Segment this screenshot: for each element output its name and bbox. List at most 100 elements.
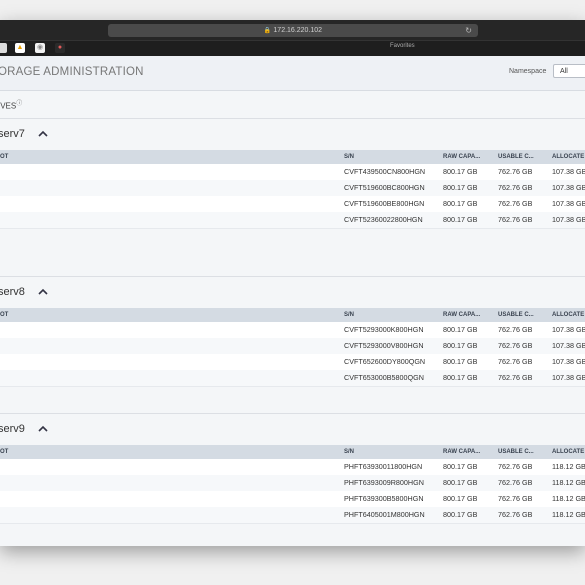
reload-icon[interactable]: ↻ (465, 24, 472, 37)
col-allocated[interactable]: ALLOCATE (552, 150, 584, 164)
cell-sn: CVFT5293000V800HGN (344, 341, 424, 350)
cell-alloc: 107.38 GB (552, 357, 585, 366)
cell-alloc: 107.38 GB (552, 341, 585, 350)
bookmark-icon[interactable] (0, 43, 7, 53)
cell-alloc: 107.38 GB (552, 167, 585, 176)
col-slot[interactable]: OT (0, 308, 8, 322)
cell-raw: 800.17 GB (443, 357, 478, 366)
drive-icon[interactable]: ▲ (15, 43, 25, 53)
col-raw-capacity[interactable]: RAW CAPA... (443, 150, 480, 164)
table-row[interactable]: CVFT5293000V800HGN 800.17 GB 762.76 GB 1… (0, 338, 585, 355)
cell-raw: 800.17 GB (443, 215, 478, 224)
chevron-up-icon[interactable] (36, 285, 50, 299)
col-usable-capacity[interactable]: USABLE C... (498, 150, 534, 164)
cell-usable: 762.76 GB (498, 167, 533, 176)
col-allocated[interactable]: ALLOCATE (552, 445, 584, 459)
table-row[interactable]: CVFT439500CN800HGN 800.17 GB 762.76 GB 1… (0, 164, 585, 181)
table-row[interactable]: CVFT52360022800HGN 800.17 GB 762.76 GB 1… (0, 212, 585, 229)
table-row[interactable]: PHFT63930011800HGN 800.17 GB 762.76 GB 1… (0, 459, 585, 476)
cell-alloc: 107.38 GB (552, 199, 585, 208)
cell-alloc: 107.38 GB (552, 215, 585, 224)
cell-sn: PHFT6393009R800HGN (344, 478, 424, 487)
col-raw-capacity[interactable]: RAW CAPA... (443, 308, 480, 322)
namespace-select[interactable]: All (553, 64, 585, 78)
page-title: ORAGE ADMINISTRATION (0, 66, 144, 78)
chevron-up-icon[interactable] (36, 422, 50, 436)
chevron-up-icon[interactable] (36, 127, 50, 141)
shield-icon[interactable]: ◉ (35, 43, 45, 53)
divider (0, 413, 585, 414)
cell-sn: CVFT5293000K800HGN (344, 325, 424, 334)
cell-sn: CVFT519600BC800HGN (344, 183, 425, 192)
table-header: OT S/N RAW CAPA... USABLE C... ALLOCATE (0, 308, 585, 322)
table-row[interactable]: CVFT652600DY800QGN 800.17 GB 762.76 GB 1… (0, 354, 585, 371)
cell-alloc: 118.12 GB (552, 478, 585, 487)
cell-usable: 762.76 GB (498, 373, 533, 382)
cell-usable: 762.76 GB (498, 494, 533, 503)
divider (0, 118, 585, 119)
cell-sn: CVFT519600BE800HGN (344, 199, 425, 208)
cell-usable: 762.76 GB (498, 199, 533, 208)
host-name: serv8 (0, 286, 25, 298)
host-name: serv9 (0, 423, 25, 435)
table-row[interactable]: PHFT6405001M800HGN 800.17 GB 762.76 GB 1… (0, 507, 585, 524)
cell-raw: 800.17 GB (443, 341, 478, 350)
cell-raw: 800.17 GB (443, 183, 478, 192)
table-row[interactable]: PHFT639300B5800HGN 800.17 GB 762.76 GB 1… (0, 491, 585, 508)
cell-alloc: 118.12 GB (552, 510, 585, 519)
col-sn[interactable]: S/N (344, 445, 354, 459)
cell-raw: 800.17 GB (443, 494, 478, 503)
cell-usable: 762.76 GB (498, 357, 533, 366)
cell-raw: 800.17 GB (443, 510, 478, 519)
col-sn[interactable]: S/N (344, 308, 354, 322)
cell-raw: 800.17 GB (443, 167, 478, 176)
cell-usable: 762.76 GB (498, 341, 533, 350)
col-slot[interactable]: OT (0, 445, 8, 459)
app-header: ORAGE ADMINISTRATION Namespace All (0, 56, 585, 91)
cell-alloc: 107.38 GB (552, 373, 585, 382)
cell-usable: 762.76 GB (498, 215, 533, 224)
cell-usable: 762.76 GB (498, 183, 533, 192)
drives-heading: IVESⓘ (0, 98, 22, 111)
col-usable-capacity[interactable]: USABLE C... (498, 308, 534, 322)
cell-alloc: 118.12 GB (552, 462, 585, 471)
table-header: OT S/N RAW CAPA... USABLE C... ALLOCATE (0, 445, 585, 459)
cell-raw: 800.17 GB (443, 199, 478, 208)
info-icon[interactable]: ⓘ (16, 101, 22, 107)
url-bar[interactable]: 🔒 172.16.220.102 ↻ (108, 24, 478, 37)
cell-usable: 762.76 GB (498, 478, 533, 487)
table-row[interactable]: CVFT5293000K800HGN 800.17 GB 762.76 GB 1… (0, 322, 585, 339)
browser-titlebar: 🔒 172.16.220.102 ↻ (0, 20, 585, 40)
table-header: OT S/N RAW CAPA... USABLE C... ALLOCATE (0, 150, 585, 164)
main-content: IVESⓘ serv7 OT S/N RAW CAPA... USABLE C.… (0, 91, 585, 546)
cell-raw: 800.17 GB (443, 325, 478, 334)
browser-window: 🔒 172.16.220.102 ↻ ▲ ◉ ● Favorites ORAGE … (0, 20, 585, 546)
cell-sn: PHFT6405001M800HGN (344, 510, 425, 519)
app-icon[interactable]: ● (55, 43, 65, 53)
cell-raw: 800.17 GB (443, 462, 478, 471)
favorites-label: Favorites (390, 43, 415, 49)
host-name: serv7 (0, 128, 25, 140)
table-row[interactable]: CVFT519600BC800HGN 800.17 GB 762.76 GB 1… (0, 180, 585, 197)
drives-label: IVES (0, 101, 17, 111)
cell-sn: CVFT439500CN800HGN (344, 167, 426, 176)
cell-sn: PHFT639300B5800HGN (344, 494, 424, 503)
cell-usable: 762.76 GB (498, 325, 533, 334)
table-row[interactable]: CVFT519600BE800HGN 800.17 GB 762.76 GB 1… (0, 196, 585, 213)
lock-icon: 🔒 (263, 28, 272, 34)
cell-raw: 800.17 GB (443, 373, 478, 382)
col-slot[interactable]: OT (0, 150, 8, 164)
url-text: 172.16.220.102 (273, 27, 323, 34)
cell-sn: PHFT63930011800HGN (344, 462, 423, 471)
col-raw-capacity[interactable]: RAW CAPA... (443, 445, 480, 459)
divider (0, 276, 585, 277)
col-sn[interactable]: S/N (344, 150, 354, 164)
col-allocated[interactable]: ALLOCATE (552, 308, 584, 322)
table-row[interactable]: PHFT6393009R800HGN 800.17 GB 762.76 GB 1… (0, 475, 585, 492)
cell-raw: 800.17 GB (443, 478, 478, 487)
col-usable-capacity[interactable]: USABLE C... (498, 445, 534, 459)
favorites-bar: ▲ ◉ ● Favorites (0, 40, 585, 56)
cell-alloc: 107.38 GB (552, 183, 585, 192)
table-row[interactable]: CVFT653000B5800QGN 800.17 GB 762.76 GB 1… (0, 370, 585, 387)
cell-alloc: 118.12 GB (552, 494, 585, 503)
